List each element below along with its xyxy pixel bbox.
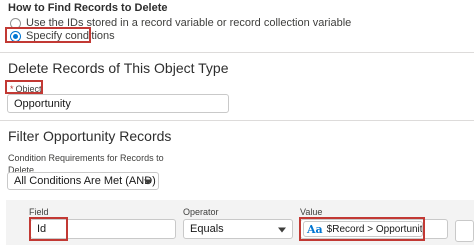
field-label: Field	[29, 207, 49, 217]
operator-value: Equals	[190, 223, 224, 235]
value-label: Value	[300, 207, 323, 217]
section-divider	[0, 52, 474, 53]
highlight-object-label	[5, 80, 43, 94]
object-input[interactable]: Opportunity	[7, 94, 229, 113]
operator-select[interactable]: Equals	[183, 219, 293, 239]
delete-condition-button[interactable]	[455, 220, 474, 242]
operator-label: Operator	[183, 207, 219, 217]
chevron-down-icon	[278, 227, 286, 233]
highlight-value-input	[299, 217, 425, 241]
section-divider	[0, 120, 474, 121]
chevron-down-icon	[144, 179, 152, 185]
highlight-field-input	[29, 217, 68, 241]
object-input-value: Opportunity	[14, 97, 71, 110]
delete-section-title: Delete Records of This Object Type	[8, 60, 229, 76]
find-records-heading: How to Find Records to Delete	[8, 2, 168, 14]
highlight-specify-conditions	[5, 27, 91, 43]
condition-requirements-value: All Conditions Are Met (AND)	[14, 175, 156, 187]
condition-requirements-select[interactable]: All Conditions Are Met (AND)	[7, 172, 159, 190]
filter-section-title: Filter Opportunity Records	[8, 128, 172, 144]
